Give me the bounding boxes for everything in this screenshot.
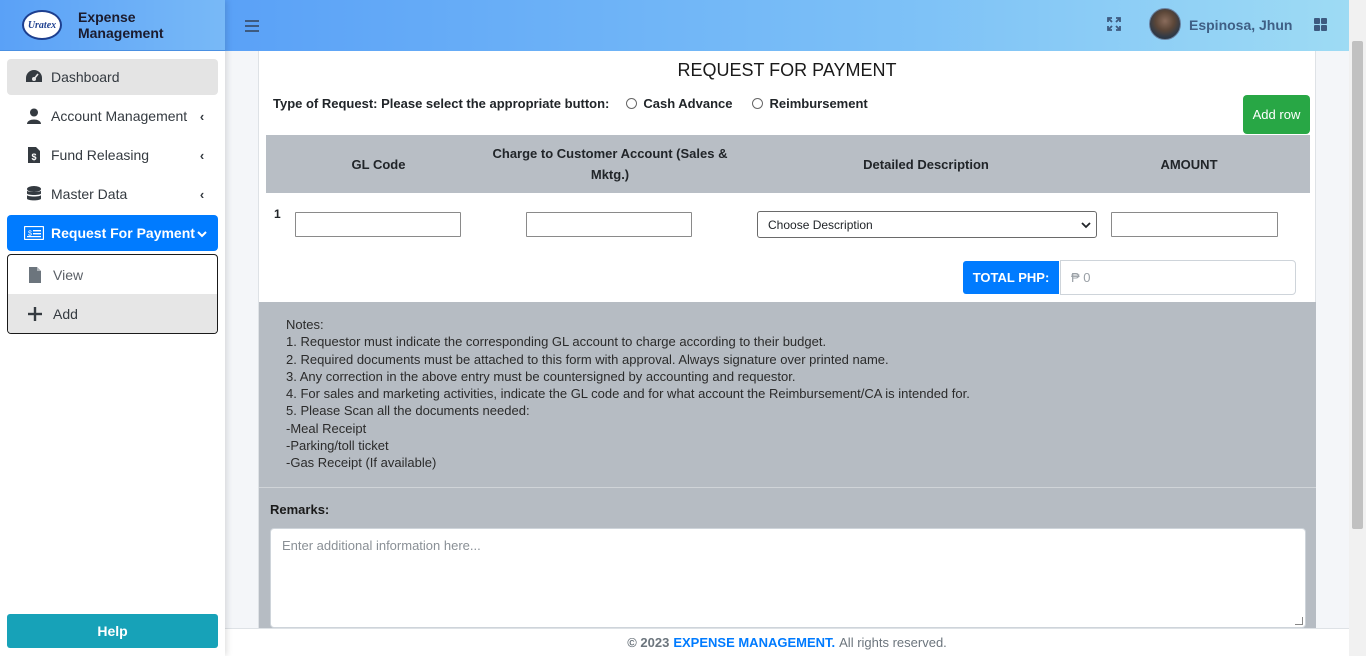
column-header: AMOUNT	[1160, 156, 1218, 172]
sidebar-nav: Dashboard Account Management ‹ $ Fund Re…	[0, 51, 225, 251]
request-type-prompt: Type of Request: Please select the appro…	[273, 96, 610, 111]
remarks-placeholder: Enter additional information here...	[282, 538, 481, 553]
sidebar-item-label: Master Data	[51, 186, 128, 202]
total-php-label: TOTAL PHP:	[963, 261, 1059, 294]
sidebar-item-dashboard[interactable]: Dashboard	[7, 59, 218, 95]
fullscreen-icon[interactable]	[1107, 17, 1121, 34]
notes-line: Notes:	[286, 317, 324, 332]
cash-advance-radio[interactable]: Cash Advance	[626, 96, 732, 111]
sidebar-item-label: Fund Releasing	[51, 147, 150, 163]
top-navbar: Espinosa, Jhun	[225, 0, 1366, 51]
database-icon	[24, 185, 44, 203]
total-php-field: ₱ 0	[1060, 260, 1296, 295]
reimbursement-radio[interactable]: Reimbursement	[752, 96, 868, 111]
sidebar-item-label: Account Management	[51, 108, 188, 124]
notes-line: 5. Please Scan all the documents needed:	[286, 403, 530, 419]
add-row-button[interactable]: Add row	[1243, 95, 1310, 134]
chevron-left-icon: ‹	[199, 108, 205, 124]
page-title: REQUEST FOR PAYMENT	[677, 60, 897, 80]
file-invoice-dollar-icon: $	[24, 146, 44, 164]
money-check-icon: $	[24, 224, 44, 242]
footer: © 2023 EXPENSE MANAGEMENT. All rights re…	[225, 628, 1349, 656]
file-icon	[25, 266, 45, 284]
hamburger-menu-icon[interactable]	[245, 20, 259, 32]
notes-line: -Parking/toll ticket	[286, 438, 389, 454]
notes-line: 3. Any correction in the above entry mus…	[286, 368, 796, 384]
sidebar-item-account-management[interactable]: Account Management ‹	[7, 98, 218, 134]
notes-line: -Meal Receipt	[286, 420, 367, 436]
column-header: Detailed Description	[863, 156, 989, 172]
footer-copyright: © 2023	[627, 635, 670, 650]
resize-handle-icon[interactable]	[1295, 617, 1303, 625]
user-name[interactable]: Espinosa, Jhun	[1189, 17, 1292, 33]
scrollbar-thumb[interactable]	[1352, 41, 1363, 529]
request-type-row: Type of Request: Please select the appro…	[273, 96, 868, 111]
sidebar-item-fund-releasing[interactable]: $ Fund Releasing ‹	[7, 137, 218, 173]
footer-brand-link[interactable]: EXPENSE MANAGEMENT.	[673, 635, 835, 650]
submenu-item-label: View	[53, 266, 84, 283]
tachometer-icon	[24, 68, 44, 86]
select-value: Choose Description	[768, 217, 873, 232]
help-button[interactable]: Help	[7, 614, 218, 648]
sidebar-item-master-data[interactable]: Master Data ‹	[7, 176, 218, 212]
notes-line: 4. For sales and marketing activities, i…	[286, 386, 970, 402]
sidebar: Uratex Expense Management Dashboard Acco…	[0, 0, 225, 656]
brand-title: Expense Management	[77, 9, 164, 41]
apps-grid-icon[interactable]	[1314, 18, 1327, 31]
gl-code-input[interactable]	[295, 212, 461, 237]
request-form-card: REQUEST FOR PAYMENT Type of Request: Ple…	[258, 51, 1316, 628]
plus-icon	[25, 305, 45, 323]
svg-text:$: $	[31, 152, 36, 162]
notes-line: 2. Required documents must be attached t…	[286, 351, 889, 367]
chevron-left-icon: ‹	[199, 186, 205, 202]
chevron-down-icon	[196, 226, 208, 241]
chevron-left-icon: ‹	[199, 147, 205, 163]
request-for-payment-submenu: View Add	[7, 254, 218, 334]
notes-section: Notes: 1. Requestor must indicate the co…	[259, 302, 1316, 488]
row-number: 1	[274, 207, 281, 221]
notes-line: 1. Requestor must indicate the correspon…	[286, 334, 827, 350]
radio-label: Reimbursement	[769, 96, 868, 111]
logo-text: Uratex	[27, 19, 57, 31]
column-header: GL Code	[351, 156, 406, 172]
description-select[interactable]: Choose Description	[757, 211, 1097, 238]
sidebar-item-label: Request For Payment	[51, 225, 195, 241]
sidebar-item-request-for-payment[interactable]: $ Request For Payment	[7, 215, 218, 251]
sidebar-item-label: Dashboard	[51, 69, 120, 85]
notes-line: -Gas Receipt (If available)	[286, 455, 437, 471]
remarks-textarea[interactable]: Enter additional information here...	[270, 528, 1306, 628]
remarks-section: Remarks: Enter additional information he…	[259, 488, 1316, 628]
charge-account-input[interactable]	[526, 212, 692, 237]
column-header: Charge to Customer Account (Sales & Mktg…	[492, 146, 728, 182]
uratex-logo: Uratex	[22, 10, 62, 40]
chevron-down-icon	[1081, 218, 1091, 232]
radio-label: Cash Advance	[643, 96, 733, 111]
footer-rights: All rights reserved.	[839, 635, 947, 650]
user-icon	[24, 107, 44, 125]
remarks-label: Remarks:	[270, 502, 330, 517]
radio-circle[interactable]	[752, 98, 764, 109]
submenu-item-view[interactable]: View	[8, 255, 217, 294]
avatar[interactable]	[1149, 8, 1181, 40]
radio-circle[interactable]	[626, 98, 638, 109]
amount-input[interactable]	[1111, 212, 1278, 237]
brand[interactable]: Uratex Expense Management	[0, 0, 225, 51]
submenu-item-label: Add	[53, 305, 78, 322]
table-header: GL Code Charge to Customer Account (Sale…	[266, 135, 1310, 193]
page-scrollbar[interactable]	[1349, 0, 1366, 656]
submenu-item-add[interactable]: Add	[8, 294, 217, 333]
